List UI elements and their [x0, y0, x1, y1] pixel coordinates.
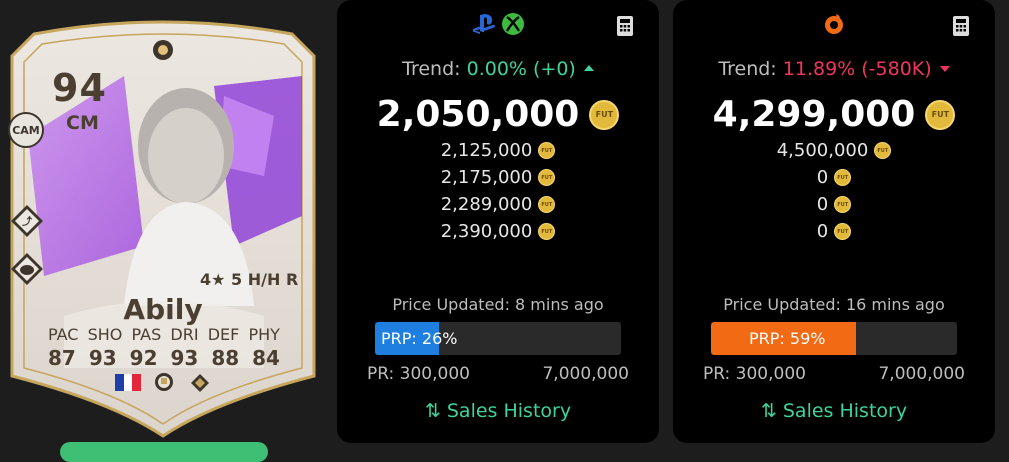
coin-icon: FUT	[589, 99, 620, 130]
card-rating: 94	[52, 66, 107, 110]
trend-label: Trend:	[718, 58, 777, 80]
trend-value: 11.89% (-580K)	[782, 58, 932, 80]
prp-bar: PRP: 26%	[375, 322, 621, 355]
coin-icon: FUT	[538, 142, 556, 159]
price-value: 2,289,000	[440, 194, 533, 215]
sales-history-label: Sales History	[782, 400, 908, 422]
price-value: 0	[816, 194, 829, 215]
svg-text:⤴: ⤴	[22, 215, 33, 228]
price-range: PR: 300,000 7,000,000	[367, 364, 629, 384]
stat-value: 88	[211, 346, 240, 370]
trend-label: Trend:	[402, 58, 461, 80]
price-row: 2,175,000 FUT	[337, 167, 659, 188]
playstyle-raccoon-icon	[10, 252, 44, 286]
price-range: PR: 300,000 7,000,000	[703, 364, 965, 384]
sort-arrows-icon: ⇅	[760, 400, 777, 422]
price-value: 4,500,000	[776, 140, 869, 161]
price-value: 0	[816, 167, 829, 188]
price-row: 4,500,000 FUT	[673, 140, 995, 161]
lowest-price: 2,050,000 FUT	[337, 94, 659, 135]
stat-label: PAS	[131, 325, 162, 344]
card-position: CM	[66, 112, 99, 134]
sales-history-link[interactable]: ⇅ Sales History	[673, 400, 995, 422]
pr-min: PR: 300,000	[703, 364, 806, 384]
coin-icon: FUT	[834, 223, 852, 240]
stat-value: 84	[252, 346, 280, 370]
platform-icons	[673, 10, 995, 38]
stat-label: SHO	[87, 325, 123, 344]
price-row: 2,125,000 FUT	[337, 140, 659, 161]
price-value: 2,125,000	[440, 140, 533, 161]
lowest-price: 4,299,000 FUT	[673, 94, 995, 135]
price-row: 2,289,000 FUT	[337, 194, 659, 215]
pc-price-panel: Trend: 11.89% (-580K) 4,299,000 FUT 4,50…	[673, 0, 995, 443]
trend-up-icon	[583, 64, 594, 71]
calculator-icon[interactable]	[953, 16, 969, 36]
console-price-panel: Trend: 0.00% (+0) 2,050,000 FUT 2,125,00…	[337, 0, 659, 443]
price-row: 2,390,000 FUT	[337, 221, 659, 242]
sales-history-link[interactable]: ⇅ Sales History	[337, 400, 659, 422]
stat-value: 92	[129, 346, 158, 370]
skills-weakfoot-workrates: 4★ 5 H/H R	[200, 270, 299, 289]
price-updated: Price Updated: 8 mins ago	[392, 295, 604, 314]
prp-label: PRP: 59%	[749, 329, 826, 348]
xbox-icon	[502, 13, 524, 35]
price-row: 0 FUT	[673, 194, 995, 215]
action-button[interactable]	[60, 442, 268, 462]
coin-icon: FUT	[925, 99, 956, 130]
playstation-icon	[473, 14, 496, 34]
trend-value: 0.00% (+0)	[466, 58, 576, 80]
coin-icon: FUT	[538, 223, 556, 240]
prp-label: PRP: 26%	[381, 329, 458, 348]
coin-icon: FUT	[874, 142, 892, 159]
price-updated: Price Updated: 16 mins ago	[723, 295, 945, 314]
price-value: 2,390,000	[440, 221, 533, 242]
main-price-value: 4,299,000	[712, 94, 916, 135]
coin-icon: FUT	[538, 169, 556, 186]
coin-icon: FUT	[538, 196, 556, 213]
main-price-value: 2,050,000	[376, 94, 580, 135]
trend-line: Trend: 0.00% (+0)	[337, 58, 659, 80]
stat-label: DRI	[170, 325, 199, 344]
price-row: 0 FUT	[673, 221, 995, 242]
stat-label: PAC	[48, 325, 79, 344]
sales-history-label: Sales History	[446, 400, 572, 422]
price-value: 0	[816, 221, 829, 242]
nation-flag-icon	[115, 374, 142, 391]
trend-down-icon	[939, 65, 950, 72]
player-card[interactable]: 94 CM CAM ⤴ 4★ 5 H/H R Abily PAC SHO PAS…	[4, 16, 322, 441]
alt-position-badge: CAM	[8, 112, 44, 148]
playstyle-pass-icon: ⤴	[10, 204, 44, 238]
pr-min: PR: 300,000	[367, 364, 470, 384]
sort-arrows-icon: ⇅	[424, 400, 441, 422]
price-value: 2,175,000	[440, 167, 533, 188]
pr-max: 7,000,000	[542, 364, 629, 384]
club-badge-icon	[191, 374, 209, 392]
stat-labels: PAC SHO PAS DRI DEF PHY	[48, 325, 280, 344]
stat-value: 87	[48, 346, 76, 370]
stat-label: PHY	[248, 325, 280, 344]
stat-values: 87 93 92 93 88 84	[48, 346, 280, 370]
stat-value: 93	[88, 346, 117, 370]
coin-icon: FUT	[834, 196, 852, 213]
coin-icon: FUT	[834, 169, 852, 186]
origin-icon	[825, 14, 843, 34]
stat-value: 93	[170, 346, 199, 370]
platform-icons	[337, 10, 659, 38]
league-badge-icon	[155, 373, 173, 391]
player-name: Abily	[123, 293, 203, 326]
stat-label: DEF	[207, 325, 240, 344]
prp-bar: PRP: 59%	[711, 322, 957, 355]
price-row: 0 FUT	[673, 167, 995, 188]
trend-line: Trend: 11.89% (-580K)	[673, 58, 995, 80]
pr-max: 7,000,000	[878, 364, 965, 384]
calculator-icon[interactable]	[617, 16, 633, 36]
